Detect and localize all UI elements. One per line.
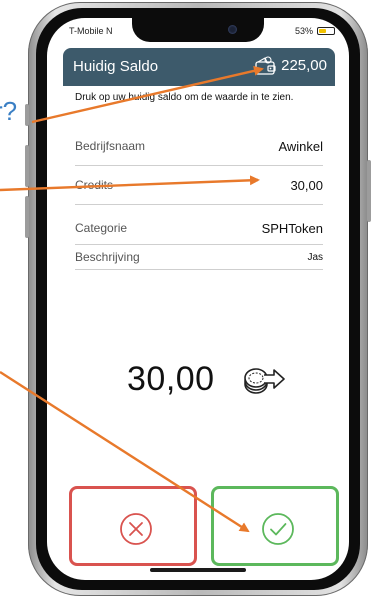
cancel-button[interactable] [69,486,197,566]
row-company: Bedrijfsnaam Awinkel [75,136,323,166]
annotation-question-text: r? [0,96,18,126]
row-value: 30,00 [290,178,323,193]
row-label: Categorie [75,221,128,235]
battery-level-fill [319,29,326,33]
balance-header[interactable]: Huidig Saldo 225,00 [63,48,335,86]
transfer-amount: 30,00 [127,360,215,398]
row-category: Categorie SPHToken [75,219,323,245]
stage: r? T-Mobile N 53% Huidig Saldo 225,0 [0,0,380,599]
row-credits: Credits 30,00 [75,175,323,205]
phone-screen: T-Mobile N 53% Huidig Saldo 225,00 Druk … [47,18,349,580]
balance-hint-text: Druk op uw huidig saldo om de waarde in … [75,92,294,103]
phone-side-button-right [367,160,371,222]
wallet-icon [255,56,276,75]
battery-icon [317,27,335,35]
balance-title: Huidig Saldo [73,58,159,75]
confirm-button[interactable] [211,486,339,566]
phone-side-button-left-3 [25,196,29,238]
phone-side-button-left-1 [25,104,29,126]
coins-transfer-icon [244,368,285,394]
circle-check-icon [262,513,294,545]
row-description: Beschrijving Jas [75,250,323,270]
row-value: Awinkel [278,139,323,154]
status-carrier: T-Mobile N [69,26,113,36]
balance-value[interactable]: 225,00 [281,57,327,74]
phone-side-button-left-2 [25,145,29,187]
row-label: Credits [75,178,114,192]
circle-x-icon [120,513,152,545]
home-indicator [150,568,246,572]
status-battery-percent: 53% [294,26,313,36]
row-value: SPHToken [261,221,323,236]
row-value: Jas [307,252,323,263]
row-label: Bedrijfsnaam [75,139,146,153]
phone-notch [132,18,264,42]
row-label: Beschrijving [75,250,140,264]
camera-icon [228,25,237,34]
